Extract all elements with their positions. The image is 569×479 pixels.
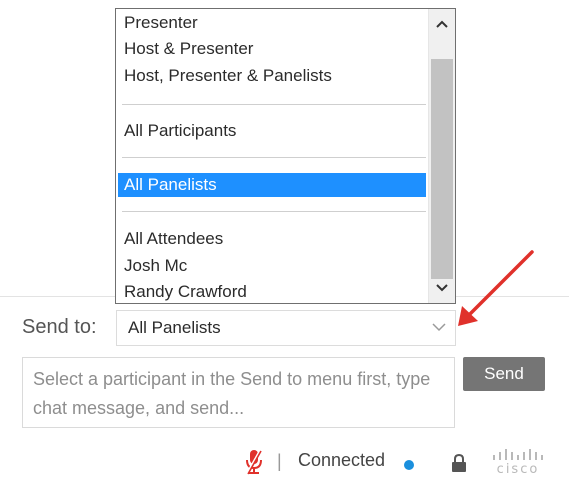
dropdown-item-host-presenter-panelists[interactable]: Host, Presenter & Panelists [118,64,426,88]
annotation-arrow-icon [458,250,534,326]
send-button[interactable]: Send [463,357,545,391]
chat-message-placeholder: Select a participant in the Send to menu… [33,369,431,418]
cisco-bars-icon [493,449,543,460]
cisco-logo-text: cisco [496,462,540,477]
send-to-select[interactable]: All Panelists [116,310,456,346]
dropdown-item-randy-crawford[interactable]: Randy Crawford [118,280,426,303]
dropdown-item-all-panelists[interactable]: All Panelists [118,173,426,197]
scroll-up-icon[interactable] [429,13,455,35]
cisco-logo: cisco [487,448,549,478]
dropdown-items: Presenter Host & Presenter Host, Present… [116,9,428,303]
connection-status-dot [404,460,414,470]
send-to-label: Send to: [22,316,97,338]
dropdown-separator [122,104,426,105]
connection-status-text: Connected [298,450,386,470]
status-bar: | Connected cisco [0,446,569,479]
chevron-down-icon [432,323,446,332]
status-separator: | [277,451,282,471]
send-to-dropdown-list[interactable]: Presenter Host & Presenter Host, Present… [115,8,456,304]
chat-panel: Presenter Host & Presenter Host, Present… [0,0,569,479]
dropdown-separator [122,211,426,212]
dropdown-item-josh-mc[interactable]: Josh Mc [118,254,426,278]
scrollbar-thumb[interactable] [431,59,453,279]
dropdown-scrollbar[interactable] [428,9,455,303]
dropdown-item-presenter[interactable]: Presenter [118,11,426,35]
dropdown-separator [122,157,426,158]
dropdown-item-all-participants[interactable]: All Participants [118,119,426,143]
send-to-value: All Panelists [128,318,221,337]
dropdown-item-all-attendees[interactable]: All Attendees [118,227,426,251]
chat-message-input[interactable]: Select a participant in the Send to menu… [22,357,455,428]
muted-microphone-icon[interactable] [245,448,263,476]
lock-icon [452,454,466,472]
dropdown-item-host-presenter[interactable]: Host & Presenter [118,37,426,61]
